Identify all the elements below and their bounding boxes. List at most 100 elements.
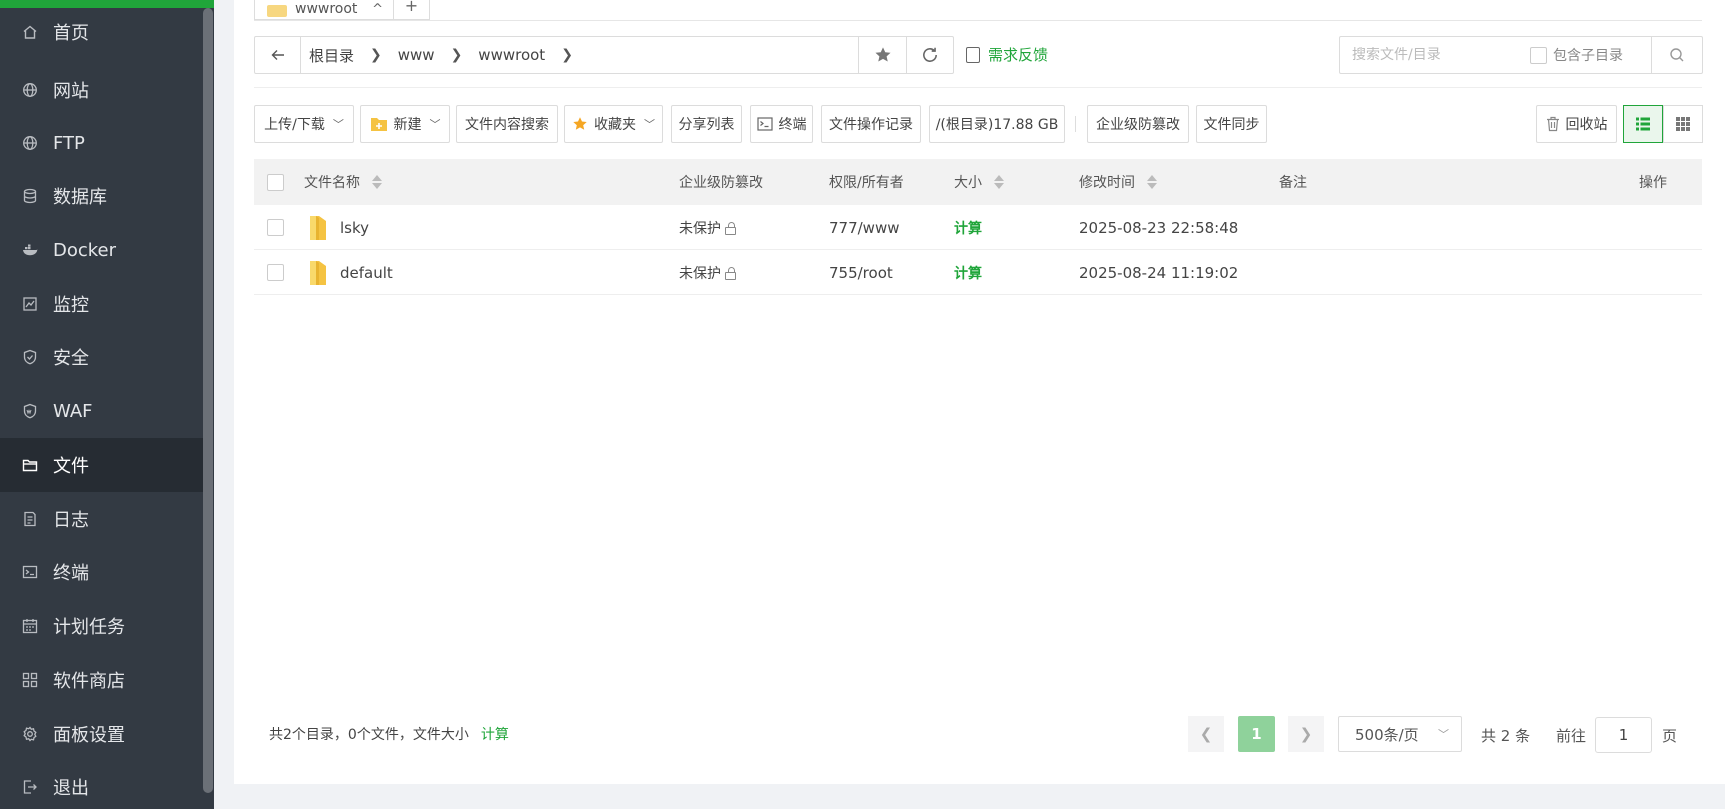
upload-download-label: 上传/下载 [264, 117, 325, 133]
tab-collapse-icon[interactable]: ^ [372, 2, 383, 17]
file-name[interactable]: lsky [340, 219, 369, 237]
add-tab-button[interactable]: + [394, 0, 430, 20]
column-remark: 备注 [1279, 175, 1307, 191]
list-view-button[interactable] [1623, 105, 1663, 143]
new-button[interactable]: 新建 ﹀ [360, 105, 450, 143]
favorites-button[interactable]: 收藏夹 ﹀ [564, 105, 663, 143]
tamper-status-cell[interactable]: 未保护 [679, 205, 736, 250]
sort-icon[interactable] [1147, 175, 1157, 189]
recycle-label: 回收站 [1565, 117, 1608, 133]
refresh-button[interactable] [906, 37, 953, 73]
breadcrumb-www[interactable]: www [398, 46, 435, 64]
sidebar-item-files[interactable]: 文件 [0, 438, 203, 492]
checkbox[interactable] [267, 219, 284, 236]
chevron-right-icon: ❯ [561, 47, 573, 63]
sidebar-item-home[interactable]: 首页 [0, 5, 203, 59]
star-icon [874, 47, 891, 62]
row-checkbox[interactable] [267, 250, 284, 295]
disk-usage-button[interactable]: /(根目录)17.88 GB [929, 105, 1065, 143]
gear-icon [22, 726, 38, 742]
current-page-button[interactable]: 1 [1238, 716, 1275, 752]
sidebar-item-label: Docker [53, 239, 117, 261]
next-page-button[interactable]: ❯ [1288, 716, 1324, 752]
page-size-select[interactable]: 500条/页 ﹀ [1338, 716, 1462, 752]
new-folder-icon [370, 116, 388, 132]
tab-label: wwwroot [295, 1, 358, 17]
content-search-button[interactable]: 文件内容搜索 [456, 105, 558, 143]
checkbox[interactable] [267, 264, 284, 281]
favorite-button[interactable] [859, 37, 906, 73]
back-button[interactable] [255, 37, 301, 73]
table-row[interactable]: default 未保护 755/root 计算 2025-08-24 11:19… [254, 250, 1702, 295]
checkbox[interactable] [1530, 46, 1547, 64]
column-size[interactable]: 大小 [954, 159, 1004, 205]
recycle-bin-button[interactable]: 回收站 [1536, 105, 1617, 143]
terminal-icon [756, 117, 773, 131]
sidebar-item-website[interactable]: 网站 [0, 63, 203, 117]
permission-cell[interactable]: 777/www [829, 205, 900, 250]
sidebar-item-logout[interactable]: 退出 [0, 760, 203, 809]
refresh-icon [923, 47, 937, 62]
column-name[interactable]: 文件名称 [304, 159, 382, 205]
total-count: 共 2 条 [1481, 727, 1531, 745]
calc-size-link[interactable]: 计算 [954, 250, 982, 295]
table-row[interactable]: lsky 未保护 777/www 计算 2025-08-23 22:58:48 [254, 205, 1702, 250]
sidebar-item-cron[interactable]: 计划任务 [0, 599, 203, 653]
sidebar-item-label: 网站 [53, 81, 89, 102]
chevron-down-icon: ﹀ [1438, 728, 1449, 741]
file-sync-button[interactable]: 文件同步 [1196, 105, 1267, 143]
tab-wwwroot[interactable]: wwwroot ^ [254, 0, 394, 20]
terminal-button[interactable]: 终端 [750, 105, 813, 143]
chevron-left-icon: ❮ [1199, 725, 1213, 743]
sidebar-item-appstore[interactable]: 软件商店 [0, 653, 203, 707]
operation-log-button[interactable]: 文件操作记录 [821, 105, 921, 143]
search-icon [1670, 48, 1684, 62]
page-suffix: 页 [1662, 727, 1678, 745]
breadcrumb-root[interactable]: 根目录 [309, 45, 354, 66]
file-name-cell[interactable]: lsky [308, 205, 369, 250]
calc-total-size-link[interactable]: 计算 [481, 724, 509, 744]
search-input[interactable] [1340, 47, 1530, 63]
sidebar-item-settings[interactable]: 面板设置 [0, 707, 203, 761]
search-button[interactable] [1651, 37, 1702, 73]
column-operations: 操作 [1639, 175, 1667, 191]
calc-size-link[interactable]: 计算 [954, 205, 982, 250]
checkbox[interactable] [267, 173, 284, 191]
calendar-icon [22, 618, 38, 634]
include-subdir-checkbox[interactable]: 包含子目录 [1530, 45, 1623, 65]
grid-view-button[interactable] [1663, 105, 1703, 143]
mtime-cell: 2025-08-24 11:19:02 [1079, 263, 1239, 282]
permission-cell[interactable]: 755/root [829, 250, 893, 295]
sidebar-item-terminal[interactable]: 终端 [0, 545, 203, 599]
select-all-checkbox[interactable] [267, 159, 284, 205]
feedback-link[interactable]: 需求反馈 [966, 44, 1048, 65]
sidebar-item-database[interactable]: 数据库 [0, 169, 203, 223]
sidebar-item-monitor[interactable]: 监控 [0, 277, 203, 331]
sort-icon[interactable] [994, 175, 1004, 189]
goto-page-input[interactable] [1595, 717, 1652, 753]
row-checkbox[interactable] [267, 205, 284, 250]
column-mtime[interactable]: 修改时间 [1079, 159, 1157, 205]
sort-icon[interactable] [372, 175, 382, 189]
chevron-right-icon: ❯ [1299, 725, 1313, 743]
share-list-button[interactable]: 分享列表 [671, 105, 742, 143]
sidebar-item-waf[interactable]: WAF [0, 384, 203, 438]
tamper-status-cell[interactable]: 未保护 [679, 250, 736, 295]
sidebar-item-docker[interactable]: Docker [0, 223, 203, 277]
file-name-cell[interactable]: default [308, 250, 393, 295]
list-view-icon [1636, 117, 1650, 131]
file-name[interactable]: default [340, 264, 393, 282]
upload-download-button[interactable]: 上传/下载 ﹀ [254, 105, 354, 143]
sidebar-item-logs[interactable]: 日志 [0, 492, 203, 546]
chevron-right-icon: ❯ [370, 47, 382, 63]
breadcrumb-wwwroot[interactable]: wwwroot [478, 46, 545, 64]
new-label: 新建 [393, 117, 422, 133]
prev-page-button[interactable]: ❮ [1188, 716, 1224, 752]
folder-icon [22, 457, 38, 473]
sidebar-item-security[interactable]: 安全 [0, 330, 203, 384]
sidebar-scrollbar[interactable] [203, 8, 213, 793]
sidebar-item-ftp[interactable]: FTP [0, 116, 203, 170]
mtime-cell: 2025-08-23 22:58:48 [1079, 218, 1239, 237]
column-permission: 权限/所有者 [829, 175, 904, 191]
tamper-protection-button[interactable]: 企业级防篡改 [1087, 105, 1189, 143]
